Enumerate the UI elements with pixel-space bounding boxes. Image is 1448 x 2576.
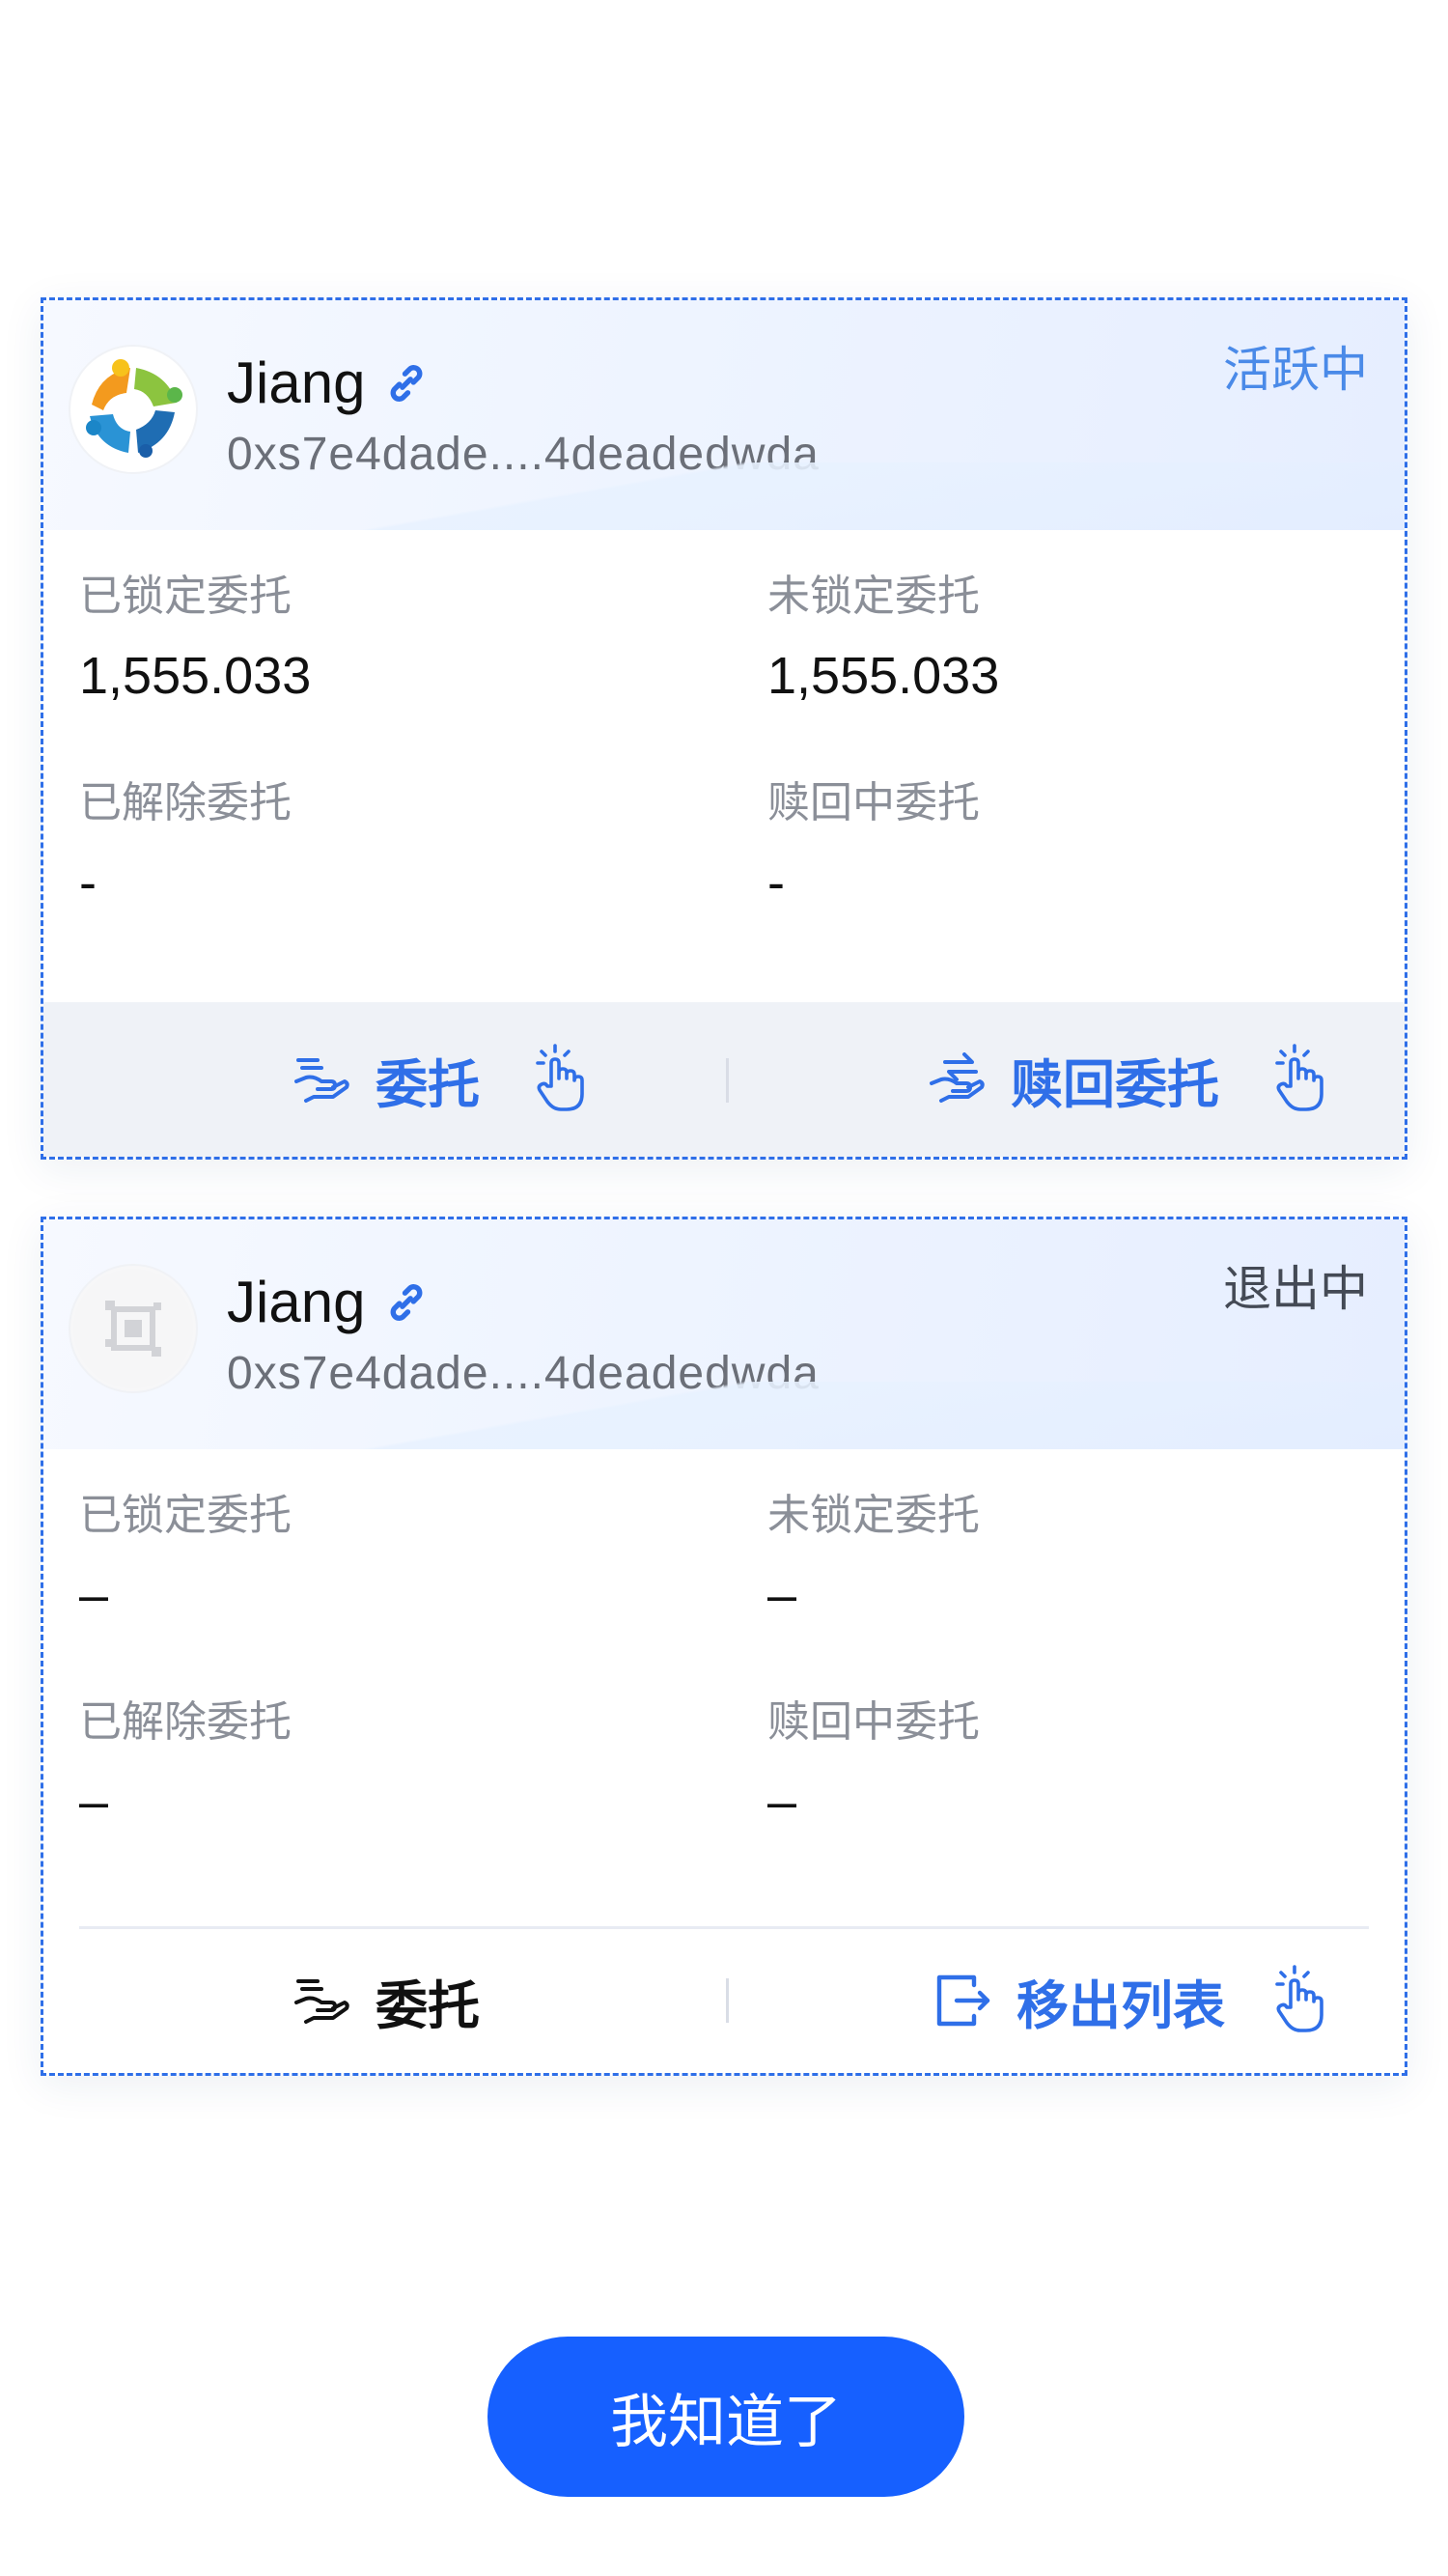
released-label: 已解除委托 [79,1698,292,1746]
redeeming-label: 赎回中委托 [767,779,980,826]
got-it-button[interactable]: 我知道了 [487,2337,964,2497]
validator-logo-icon [73,350,193,469]
redeeming-value: – [767,1773,797,1831]
validator-card-header: Jiang 0xs7e4dade....4deadedwda 活跃中 [43,300,1405,530]
locked-value: 1,555.033 [79,647,312,705]
locked-label: 已锁定委托 [79,1492,292,1539]
validator-name: Jiang [227,1270,366,1334]
validator-card-active: Jiang 0xs7e4dade....4deadedwda 活跃中 已锁定委托… [41,297,1407,1160]
validator-avatar [70,347,196,472]
redeeming-value: - [767,854,785,911]
redeem-delegate-button[interactable]: 赎回委托 [926,1002,1329,1157]
card-actions: 委托 赎回委托 [43,1002,1405,1157]
tap-hint-icon [1275,1044,1323,1111]
validator-address: 0xs7e4dade....4deadedwda [227,1348,820,1399]
locked-value: – [79,1566,109,1624]
delegation-stats: 已锁定委托 1,555.033 未锁定委托 1,555.033 已解除委托 - … [43,530,1405,936]
released-value: - [79,854,97,911]
status-badge: 退出中 [1223,1262,1368,1316]
delegate-label: 委托 [376,1976,480,2035]
tap-hint-icon [536,1044,584,1111]
delegate-button[interactable]: 委托 [291,1928,480,2073]
validator-avatar [70,1266,196,1391]
link-icon[interactable] [382,359,431,407]
unlocked-value: 1,555.033 [767,647,1000,705]
link-icon[interactable] [382,1278,431,1327]
delegation-stats: 已锁定委托 – 未锁定委托 – 已解除委托 – 赎回中委托 – [43,1449,1405,1855]
locked-label: 已锁定委托 [79,573,292,620]
action-separator [726,1058,729,1103]
action-separator [726,1978,729,2023]
card-actions: 委托 移出列表 [43,1928,1405,2073]
redeem-delegate-label: 赎回委托 [1011,1055,1219,1114]
exchange-hand-icon [930,1052,985,1103]
unlocked-value: – [767,1566,797,1624]
validator-name-row: Jiang [227,349,431,418]
validator-address: 0xs7e4dade....4deadedwda [227,429,820,480]
validator-card-exiting: Jiang 0xs7e4dade....4deadedwda 退出中 已锁定委托… [41,1217,1407,2076]
hand-coin-icon [294,1979,349,2024]
released-label: 已解除委托 [79,779,292,826]
validator-name-row: Jiang [227,1268,431,1337]
released-value: – [79,1773,109,1831]
exit-icon [936,1974,990,2027]
validator-name: Jiang [227,350,366,415]
hand-coin-icon [294,1058,349,1103]
remove-from-list-button[interactable]: 移出列表 [932,1928,1329,2073]
placeholder-logo-icon [73,1269,193,1388]
unlocked-label: 未锁定委托 [767,1492,980,1539]
remove-from-list-label: 移出列表 [1016,1976,1225,2035]
delegate-label: 委托 [376,1055,480,1114]
tap-hint-icon [1275,1965,1323,2032]
validator-card-header: Jiang 0xs7e4dade....4deadedwda 退出中 [43,1219,1405,1449]
redeeming-label: 赎回中委托 [767,1698,980,1746]
delegate-button[interactable]: 委托 [291,1002,590,1157]
unlocked-label: 未锁定委托 [767,573,980,620]
status-badge: 活跃中 [1223,343,1368,397]
